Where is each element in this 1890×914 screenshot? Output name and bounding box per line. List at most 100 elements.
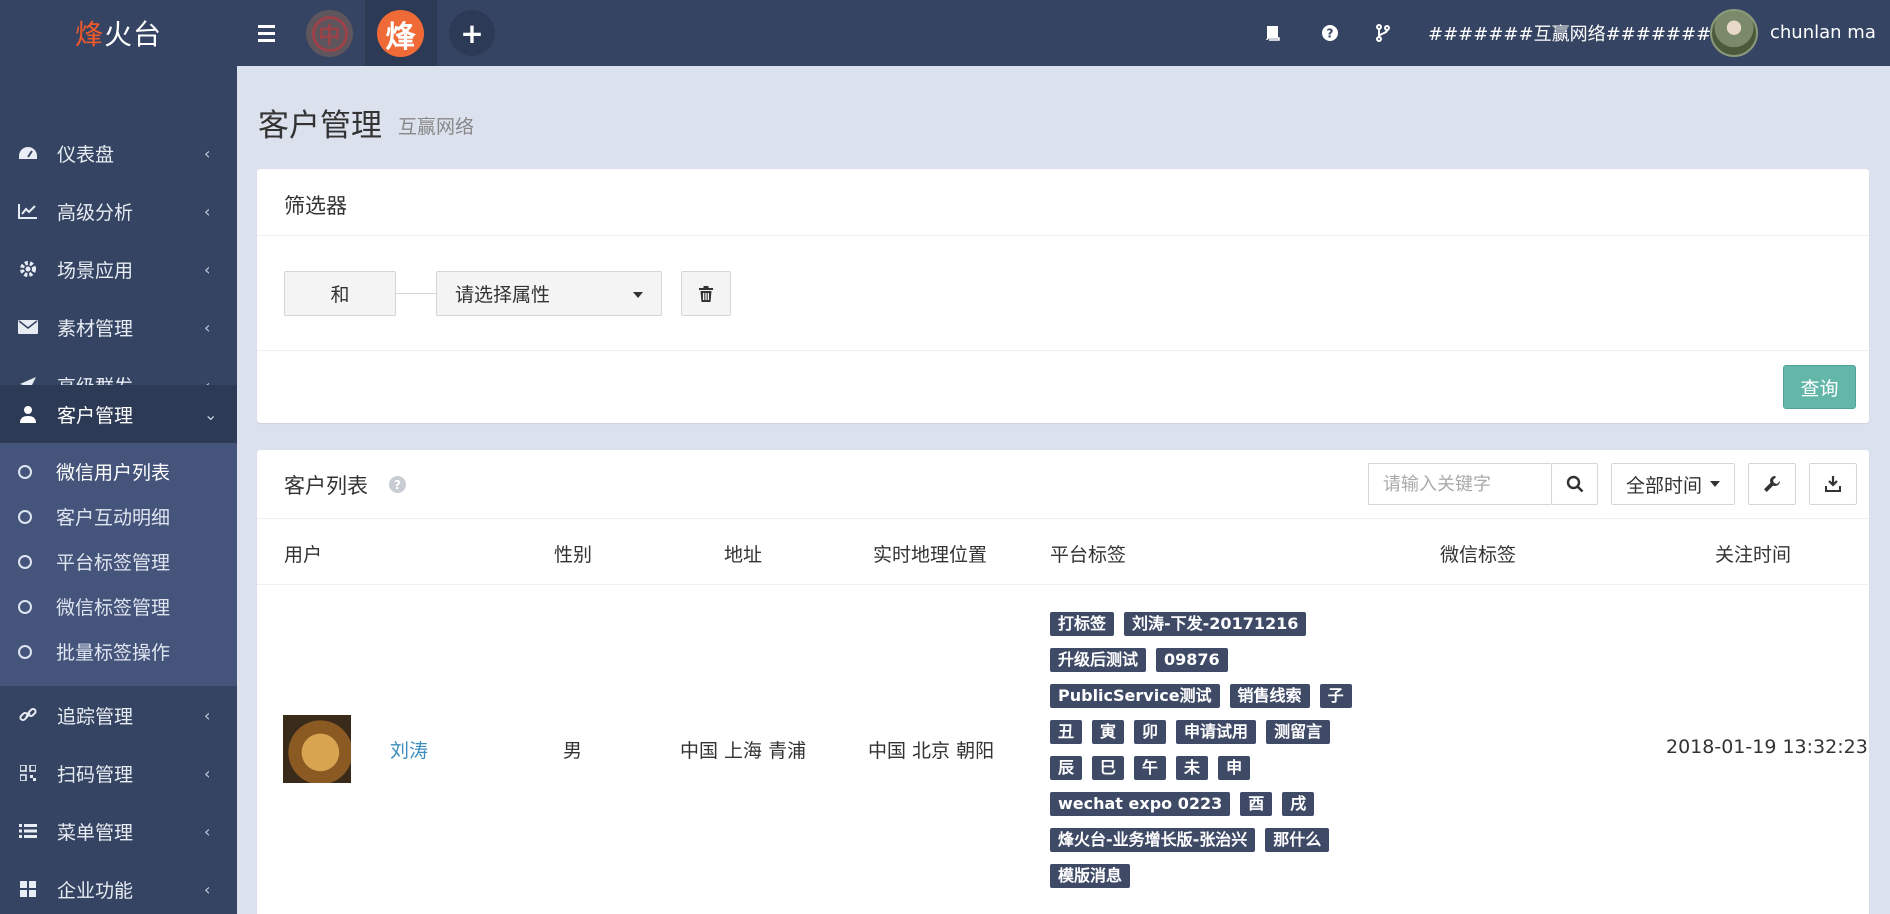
submenu-item-wechat-tags[interactable]: 微信标签管理: [0, 584, 237, 629]
customer-avatar[interactable]: [283, 715, 351, 783]
sidebar-item-qrcode[interactable]: 扫码管理 ‹: [0, 744, 237, 802]
submenu-item-wechat-users[interactable]: 微信用户列表: [0, 449, 237, 494]
sidebar-item-analytics[interactable]: 高级分析 ‹: [0, 182, 237, 240]
circle-icon: [18, 644, 32, 659]
menu-toggle-icon[interactable]: [250, 14, 282, 52]
user-name[interactable]: chunlan ma: [1770, 18, 1876, 48]
platform-tag[interactable]: 那什么: [1265, 828, 1330, 852]
platform-tag[interactable]: 酉: [1240, 792, 1273, 816]
submenu-item-label: 批量标签操作: [56, 642, 171, 664]
user-avatar[interactable]: [1710, 9, 1758, 57]
code-branch-icon[interactable]: [1368, 18, 1398, 48]
sidebar-item-dashboard[interactable]: 仪表盘 ‹: [0, 124, 237, 182]
column-header-platform-tags[interactable]: 平台标签: [1050, 540, 1126, 567]
account-avatar-1[interactable]: 中: [306, 10, 353, 57]
platform-tag[interactable]: 升级后测试: [1050, 648, 1147, 672]
trash-icon: [699, 285, 713, 302]
column-header-gender[interactable]: 性别: [554, 540, 592, 567]
column-header-wechat-tags[interactable]: 微信标签: [1440, 540, 1516, 567]
book-icon[interactable]: [1258, 18, 1288, 48]
platform-tag[interactable]: 卯: [1134, 720, 1167, 744]
time-range-dropdown[interactable]: 全部时间: [1611, 463, 1735, 505]
account-avatar-2[interactable]: 烽: [377, 10, 424, 57]
platform-tag[interactable]: 戌: [1282, 792, 1315, 816]
submenu-item-label: 平台标签管理: [56, 552, 171, 574]
column-header-location[interactable]: 实时地理位置: [873, 540, 987, 567]
submenu-item-platform-tags[interactable]: 平台标签管理: [0, 539, 237, 584]
platform-tag[interactable]: 销售线索: [1229, 684, 1310, 708]
sidebar-item-menus[interactable]: 菜单管理 ‹: [0, 802, 237, 860]
column-header-user[interactable]: 用户: [284, 540, 322, 567]
gear-icon: [17, 258, 39, 280]
page-subtitle: 互赢网络: [398, 116, 475, 138]
tag-line: 升级后测试 09876: [1050, 648, 1400, 684]
platform-tag[interactable]: 未: [1176, 756, 1209, 780]
and-operator-button[interactable]: 和: [284, 271, 396, 316]
sidebar-item-label: 企业功能: [57, 879, 134, 902]
query-button[interactable]: 查询: [1783, 365, 1856, 409]
platform-tag[interactable]: 烽火台-业务增长版-张治兴: [1050, 828, 1256, 852]
delete-condition-button[interactable]: [681, 271, 731, 316]
platform-tag[interactable]: 寅: [1092, 720, 1125, 744]
platform-tag[interactable]: wechat expo 0223: [1050, 792, 1231, 816]
platform-tag[interactable]: 丑: [1050, 720, 1083, 744]
platform-tag[interactable]: 模版消息: [1050, 864, 1131, 888]
attribute-select[interactable]: 请选择属性: [436, 271, 662, 316]
chevron-down-icon: ⌄: [204, 404, 218, 424]
svg-text:?: ?: [1327, 27, 1334, 41]
submenu-item-interactions[interactable]: 客户互动明细: [0, 494, 237, 539]
platform-tag[interactable]: 09876: [1156, 648, 1228, 672]
logo-highlight: 烽: [74, 18, 104, 51]
export-button[interactable]: [1809, 463, 1857, 505]
column-header-follow-time[interactable]: 关注时间: [1715, 540, 1791, 567]
customer-follow-time: 2018-01-19 13:32:23: [1666, 736, 1868, 758]
chevron-left-icon: ‹: [204, 763, 211, 783]
platform-tag[interactable]: PublicService测试: [1050, 684, 1220, 708]
submenu-item-batch-tags[interactable]: 批量标签操作: [0, 629, 237, 674]
customer-gender: 男: [563, 740, 583, 762]
search-button[interactable]: [1551, 463, 1598, 505]
platform-tag[interactable]: 申请试用: [1176, 720, 1257, 744]
platform-tag[interactable]: 子: [1319, 684, 1352, 708]
sidebar-item-label: 菜单管理: [57, 821, 134, 844]
sidebar-item-customers[interactable]: 客户管理 ⌄: [0, 385, 237, 443]
platform-tag[interactable]: 辰: [1050, 756, 1083, 780]
platform-tag[interactable]: 打标签: [1050, 612, 1115, 636]
customer-name-link[interactable]: 刘涛: [390, 736, 428, 763]
column-header-address[interactable]: 地址: [724, 540, 762, 567]
help-icon[interactable]: ?: [1315, 18, 1345, 48]
chevron-left-icon: ‹: [204, 821, 211, 841]
chevron-left-icon: ‹: [204, 143, 211, 163]
keyword-search-input[interactable]: [1368, 463, 1551, 505]
divider: [257, 350, 1869, 351]
plus-icon: +: [460, 16, 484, 50]
attribute-select-value: 请选择属性: [455, 284, 551, 306]
platform-tag[interactable]: 申: [1218, 756, 1251, 780]
organization-dropdown[interactable]: #######互赢网络#######: [1428, 18, 1728, 48]
sidebar-item-enterprise[interactable]: 企业功能 ‹: [0, 860, 237, 914]
divider: [257, 584, 1869, 585]
customer-address: 中国 上海 青浦: [680, 740, 807, 762]
caret-down-icon: [1710, 481, 1720, 487]
filter-title: 筛选器: [284, 194, 347, 218]
platform-tag[interactable]: 测留言: [1266, 720, 1331, 744]
tag-line: 烽火台-业务增长版-张治兴 那什么: [1050, 828, 1400, 864]
platform-tag[interactable]: 巳: [1092, 756, 1125, 780]
circle-icon: [18, 464, 32, 479]
platform-tag[interactable]: 午: [1134, 756, 1167, 780]
tag-line: 丑寅卯申请试用 测留言: [1050, 720, 1400, 756]
app-logo[interactable]: 烽火台: [0, 0, 237, 66]
platform-tag[interactable]: 刘涛-下发-20171216: [1124, 612, 1307, 636]
wrench-icon: [1764, 476, 1780, 492]
add-account-button[interactable]: +: [449, 10, 495, 56]
help-icon[interactable]: ?: [389, 476, 406, 493]
sidebar-item-tracking[interactable]: 追踪管理 ‹: [0, 686, 237, 744]
sidebar-item-materials[interactable]: 素材管理 ‹: [0, 298, 237, 356]
settings-button[interactable]: [1748, 463, 1796, 505]
chevron-left-icon: ‹: [204, 705, 211, 725]
divider: [257, 235, 1869, 236]
connector-line: [396, 293, 436, 294]
customer-location: 中国 北京 朝阳: [868, 740, 995, 762]
sidebar-item-scenarios[interactable]: 场景应用 ‹: [0, 240, 237, 298]
top-navbar: 烽火台 中 烽 + ? #######互赢网络####### chunlan m…: [0, 0, 1890, 66]
